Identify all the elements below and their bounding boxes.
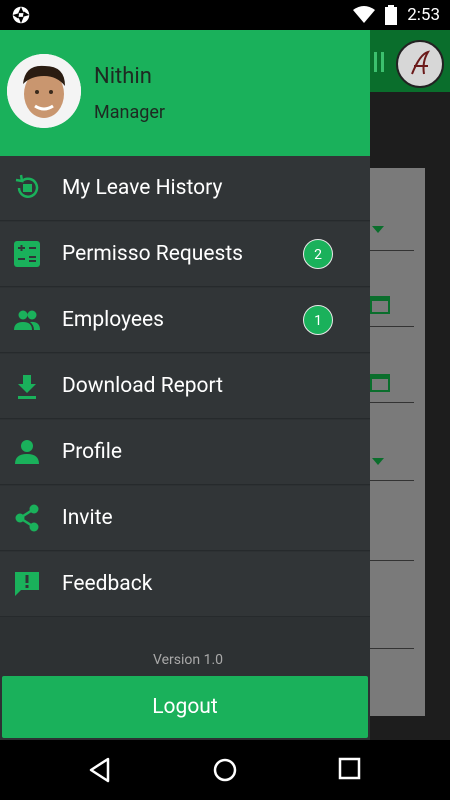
count-badge: 1: [303, 305, 333, 335]
menu-item-profile[interactable]: Profile: [0, 420, 370, 484]
menu-item-label: Employees: [62, 308, 164, 332]
menu-item-label: My Leave History: [62, 176, 223, 200]
menu-bars-icon: [374, 52, 384, 72]
app-version: Version 1.0: [152, 652, 224, 668]
menu-item-my-leave-history[interactable]: My Leave History: [0, 156, 370, 220]
menu-item-invite[interactable]: Invite: [0, 486, 370, 550]
dropdown-arrow-icon: [372, 458, 384, 465]
navigation-drawer: Nithin Manager My Leave History Permisso…: [0, 30, 370, 740]
people-icon: [14, 310, 40, 330]
calendar-icon: [370, 296, 390, 314]
menu-item-label: Download Report: [62, 374, 224, 398]
logout-button[interactable]: Logout: [2, 676, 368, 738]
system-nav-bar: [0, 740, 450, 800]
status-bar: 2:53: [0, 0, 450, 30]
user-name: Nithin: [94, 64, 152, 89]
avatar[interactable]: [7, 54, 81, 128]
feedback-icon: [15, 572, 39, 596]
menu-item-employees[interactable]: Employees 1: [0, 288, 370, 352]
person-icon: [15, 440, 39, 464]
menu-item-label: Permisso Requests: [62, 242, 244, 266]
menu-item-label: Invite: [62, 506, 113, 530]
user-role: Manager: [94, 102, 165, 123]
download-icon: [18, 375, 36, 399]
home-icon[interactable]: [212, 757, 238, 783]
calendar-icon: [370, 374, 390, 392]
clock: 2:53: [407, 5, 440, 25]
aperture-icon: [12, 6, 30, 24]
dropdown-arrow-icon: [372, 226, 384, 233]
menu-item-permisso-requests[interactable]: Permisso Requests 2: [0, 222, 370, 286]
menu-item-feedback[interactable]: Feedback: [0, 552, 370, 616]
recents-icon[interactable]: [338, 757, 362, 781]
count-badge: 2: [303, 239, 333, 269]
share-icon: [15, 504, 39, 532]
leave-history-icon: [15, 174, 39, 198]
wifi-icon: [353, 6, 376, 23]
menu-item-label: Feedback: [62, 572, 153, 596]
drawer-header: Nithin Manager: [0, 30, 370, 156]
user-photo: [7, 54, 81, 128]
signature-logo-icon: [411, 50, 431, 75]
menu-item-download-report[interactable]: Download Report: [0, 354, 370, 418]
calculator-icon: [14, 241, 40, 267]
menu-item-label: Profile: [62, 440, 123, 464]
battery-icon: [385, 5, 398, 25]
back-icon[interactable]: [88, 757, 112, 783]
app-logo[interactable]: [396, 40, 444, 88]
drawer-menu: My Leave History Permisso Requests 2 Emp…: [0, 156, 370, 618]
